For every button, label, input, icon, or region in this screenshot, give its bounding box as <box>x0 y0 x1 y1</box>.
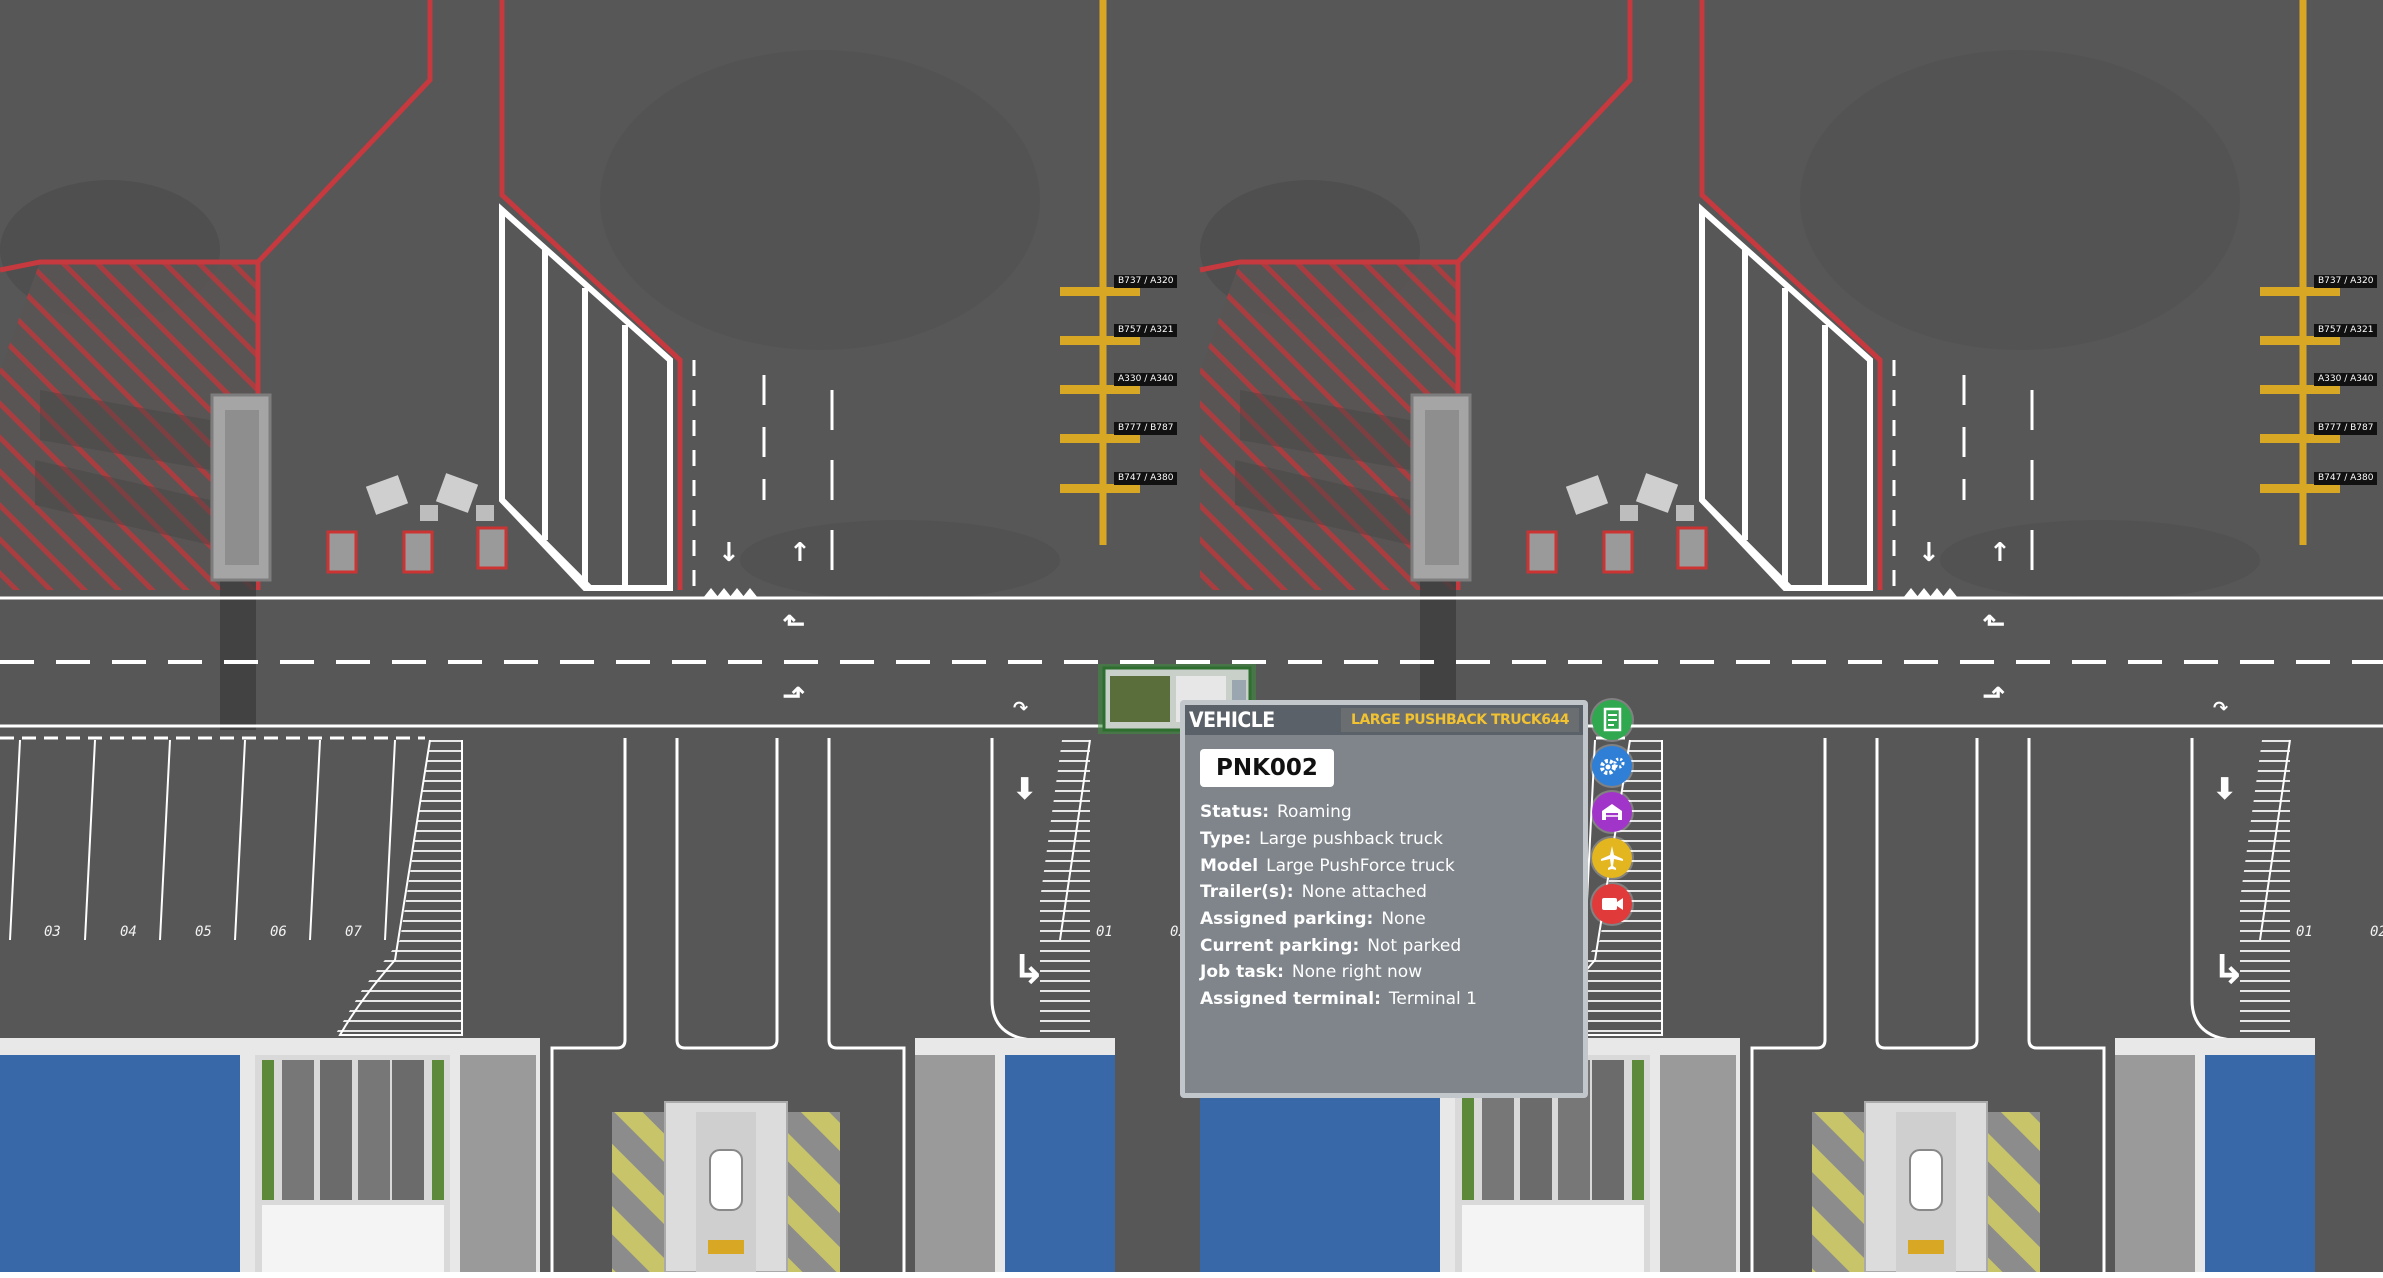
stand-size-label: B747 / A380 <box>1114 472 1178 485</box>
arrow-turn-marking: ⬏ <box>1982 679 2006 712</box>
arrow-down-marking: ⬇ <box>2212 772 2238 807</box>
airplane-button[interactable] <box>1592 838 1632 878</box>
stand-size-label: B757 / A321 <box>1114 324 1178 337</box>
info-value: Terminal 1 <box>1388 989 1477 1009</box>
info-label: Current parking: <box>1200 936 1360 956</box>
stand-size-label: B747 / A380 <box>2314 472 2378 485</box>
camera-button[interactable] <box>1592 884 1632 924</box>
hangar-button[interactable] <box>1592 792 1632 832</box>
parking-slot-number: 01 <box>1096 924 1113 940</box>
info-label: Assigned parking: <box>1200 909 1374 929</box>
stand-size-label: B777 / B787 <box>1114 422 1178 435</box>
info-row-type: Type: Large pushback truck <box>1200 829 1443 849</box>
arrow-up-marking: ↑ <box>789 538 811 568</box>
stand-size-label: B737 / A320 <box>1114 275 1178 288</box>
stand-size-label: B757 / A321 <box>2314 324 2378 337</box>
arrow-turn-marking: ↳ <box>2212 947 2246 993</box>
parking-slot-number: 03 <box>44 924 61 940</box>
hangar-icon <box>1602 804 1622 820</box>
camera-icon <box>1602 898 1623 910</box>
info-row-status: Status: Roaming <box>1200 802 1352 822</box>
arrow-down-marking: ↓ <box>1918 538 1940 568</box>
arrow-turn-marking: ⬑ <box>782 607 806 640</box>
info-value: Large pushback truck <box>1259 829 1444 849</box>
arrow-turn-marking: ↷ <box>2213 698 2229 719</box>
info-label: Type: <box>1200 829 1252 849</box>
info-value: Large PushForce truck <box>1266 856 1455 876</box>
stand-size-label: B737 / A320 <box>2314 275 2378 288</box>
game-world-view[interactable]: B737 / A320 B757 / A321 A330 / A340 B777… <box>0 0 2383 1272</box>
parking-slot-number: 06 <box>270 924 287 940</box>
info-label: Status: <box>1200 802 1269 822</box>
info-row-assigned-terminal: Assigned terminal: Terminal 1 <box>1200 989 1477 1009</box>
parking-slot-number: 04 <box>120 924 137 940</box>
arrow-down-marking: ⬇ <box>1012 772 1038 807</box>
settings-button[interactable] <box>1592 746 1632 786</box>
arrow-turn-marking: ⬑ <box>1982 607 2006 640</box>
info-value: None right now <box>1291 962 1423 982</box>
airplane-icon <box>1601 846 1623 870</box>
arrow-down-marking: ↓ <box>718 538 740 568</box>
info-label: Job task: <box>1200 962 1284 982</box>
info-value: Roaming <box>1277 802 1352 822</box>
document-button[interactable] <box>1592 700 1632 740</box>
info-value: Not parked <box>1367 936 1462 956</box>
info-row-assigned-parking: Assigned parking: None <box>1200 909 1426 929</box>
info-row-model: Model Large PushForce truck <box>1200 856 1455 876</box>
arrow-turn-marking: ↳ <box>1012 947 1046 993</box>
arrow-turn-marking: ⬏ <box>782 679 806 712</box>
vehicle-info-panel[interactable]: VEHICLE LARGE PUSHBACK TRUCK644 PNK002 S… <box>1180 700 1588 1098</box>
vehicle-id-label: PNK002 <box>1200 749 1334 787</box>
arrow-up-marking: ↑ <box>1989 538 2011 568</box>
gears-icon <box>1600 757 1625 775</box>
parking-slot-number: 01 <box>2296 924 2313 940</box>
panel-title: VEHICLE <box>1189 708 1275 732</box>
info-row-trailers: Trailer(s): None attached <box>1200 882 1427 902</box>
parking-slot-number: 02 <box>2370 924 2383 940</box>
arrow-turn-marking: ↷ <box>1013 698 1029 719</box>
info-row-job-task: Job task: None right now <box>1200 962 1422 982</box>
info-label: Assigned terminal: <box>1200 989 1381 1009</box>
info-row-current-parking: Current parking: Not parked <box>1200 936 1461 956</box>
info-value: None <box>1381 909 1426 929</box>
vehicle-type-badge: LARGE PUSHBACK TRUCK644 <box>1341 708 1579 732</box>
document-icon <box>1603 707 1622 732</box>
info-label: Model <box>1200 856 1259 876</box>
info-label: Trailer(s): <box>1200 882 1294 902</box>
stand-size-label: A330 / A340 <box>2314 373 2378 386</box>
parking-slot-number: 07 <box>345 924 362 940</box>
parking-slot-number: 05 <box>195 924 212 940</box>
panel-header: VEHICLE LARGE PUSHBACK TRUCK644 <box>1185 705 1583 735</box>
stand-size-label: A330 / A340 <box>1114 373 1178 386</box>
stand-size-label: B777 / B787 <box>2314 422 2378 435</box>
info-value: None attached <box>1301 882 1427 902</box>
